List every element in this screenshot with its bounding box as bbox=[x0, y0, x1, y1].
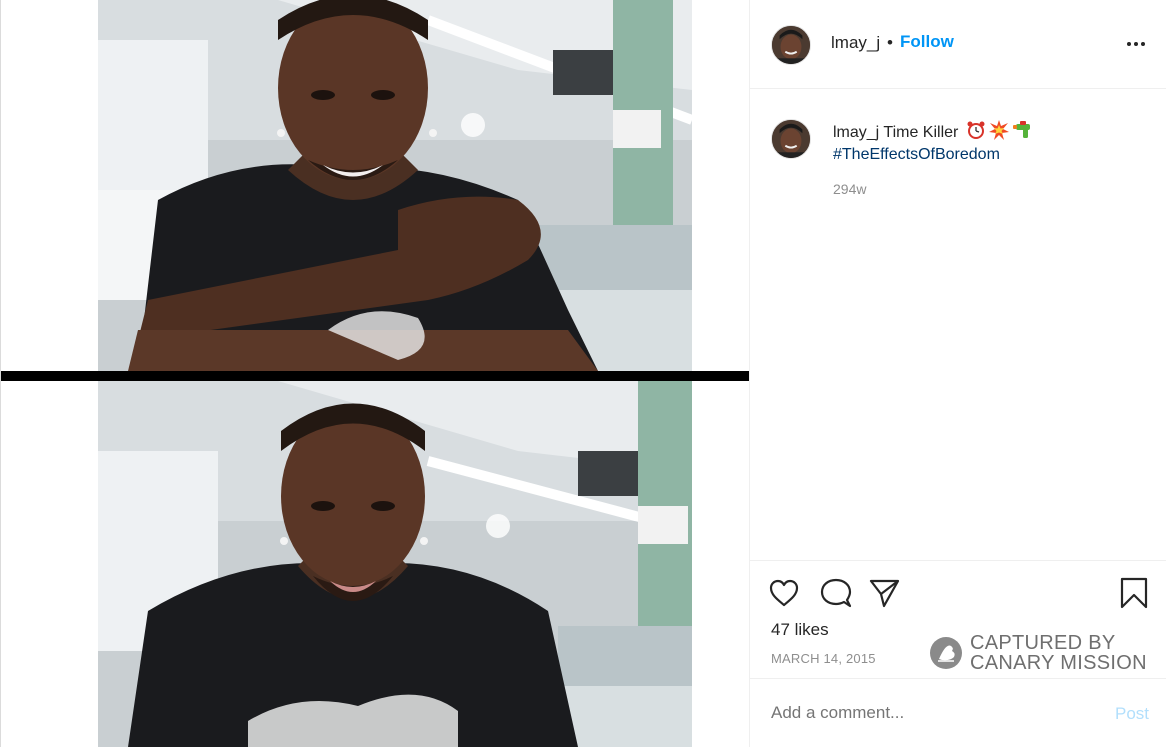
heart-icon[interactable] bbox=[768, 577, 800, 609]
alarm-clock-icon bbox=[967, 121, 985, 139]
post-header: lmay_j • Follow bbox=[750, 0, 1166, 89]
watermark-line-2: CANARY MISSION bbox=[970, 652, 1147, 674]
post-side-panel: lmay_j • Follow lmay_j Time Killer #TheE… bbox=[749, 0, 1166, 747]
canary-logo-icon bbox=[930, 637, 962, 669]
share-icon[interactable] bbox=[868, 577, 900, 609]
comment-input[interactable] bbox=[771, 703, 1071, 723]
photo-divider bbox=[1, 371, 749, 381]
water-pistol-icon bbox=[1012, 121, 1030, 138]
caption-avatar[interactable] bbox=[771, 119, 811, 159]
post-age[interactable]: 294w bbox=[833, 181, 866, 197]
bookmark-icon[interactable] bbox=[1118, 577, 1150, 609]
follow-button[interactable]: Follow bbox=[900, 32, 954, 52]
post-media[interactable] bbox=[0, 0, 749, 747]
photo-top bbox=[98, 0, 692, 371]
photo-bottom bbox=[98, 381, 692, 747]
post-comment-button[interactable]: Post bbox=[1115, 704, 1149, 724]
caption-username[interactable]: lmay_j bbox=[833, 124, 879, 141]
post-caption: lmay_j Time Killer #TheEffectsOfBoredom bbox=[833, 120, 1153, 166]
more-options-icon[interactable] bbox=[1126, 32, 1152, 54]
post-date: MARCH 14, 2015 bbox=[771, 651, 876, 666]
avatar[interactable] bbox=[771, 25, 811, 65]
comment-icon[interactable] bbox=[820, 577, 852, 609]
post-actions: 47 likes MARCH 14, 2015 CAPTURED BY CANA… bbox=[750, 560, 1166, 678]
collision-icon bbox=[988, 120, 1009, 140]
watermark-line-1: CAPTURED BY bbox=[970, 632, 1116, 654]
post-username[interactable]: lmay_j bbox=[831, 33, 880, 53]
caption-text: Time Killer bbox=[883, 124, 959, 141]
watermark: CAPTURED BY CANARY MISSION bbox=[930, 633, 1160, 673]
separator-dot: • bbox=[887, 33, 893, 52]
caption-hashtag[interactable]: #TheEffectsOfBoredom bbox=[833, 144, 1153, 166]
likes-count[interactable]: 47 likes bbox=[771, 620, 829, 640]
comment-box: Post bbox=[750, 678, 1166, 747]
